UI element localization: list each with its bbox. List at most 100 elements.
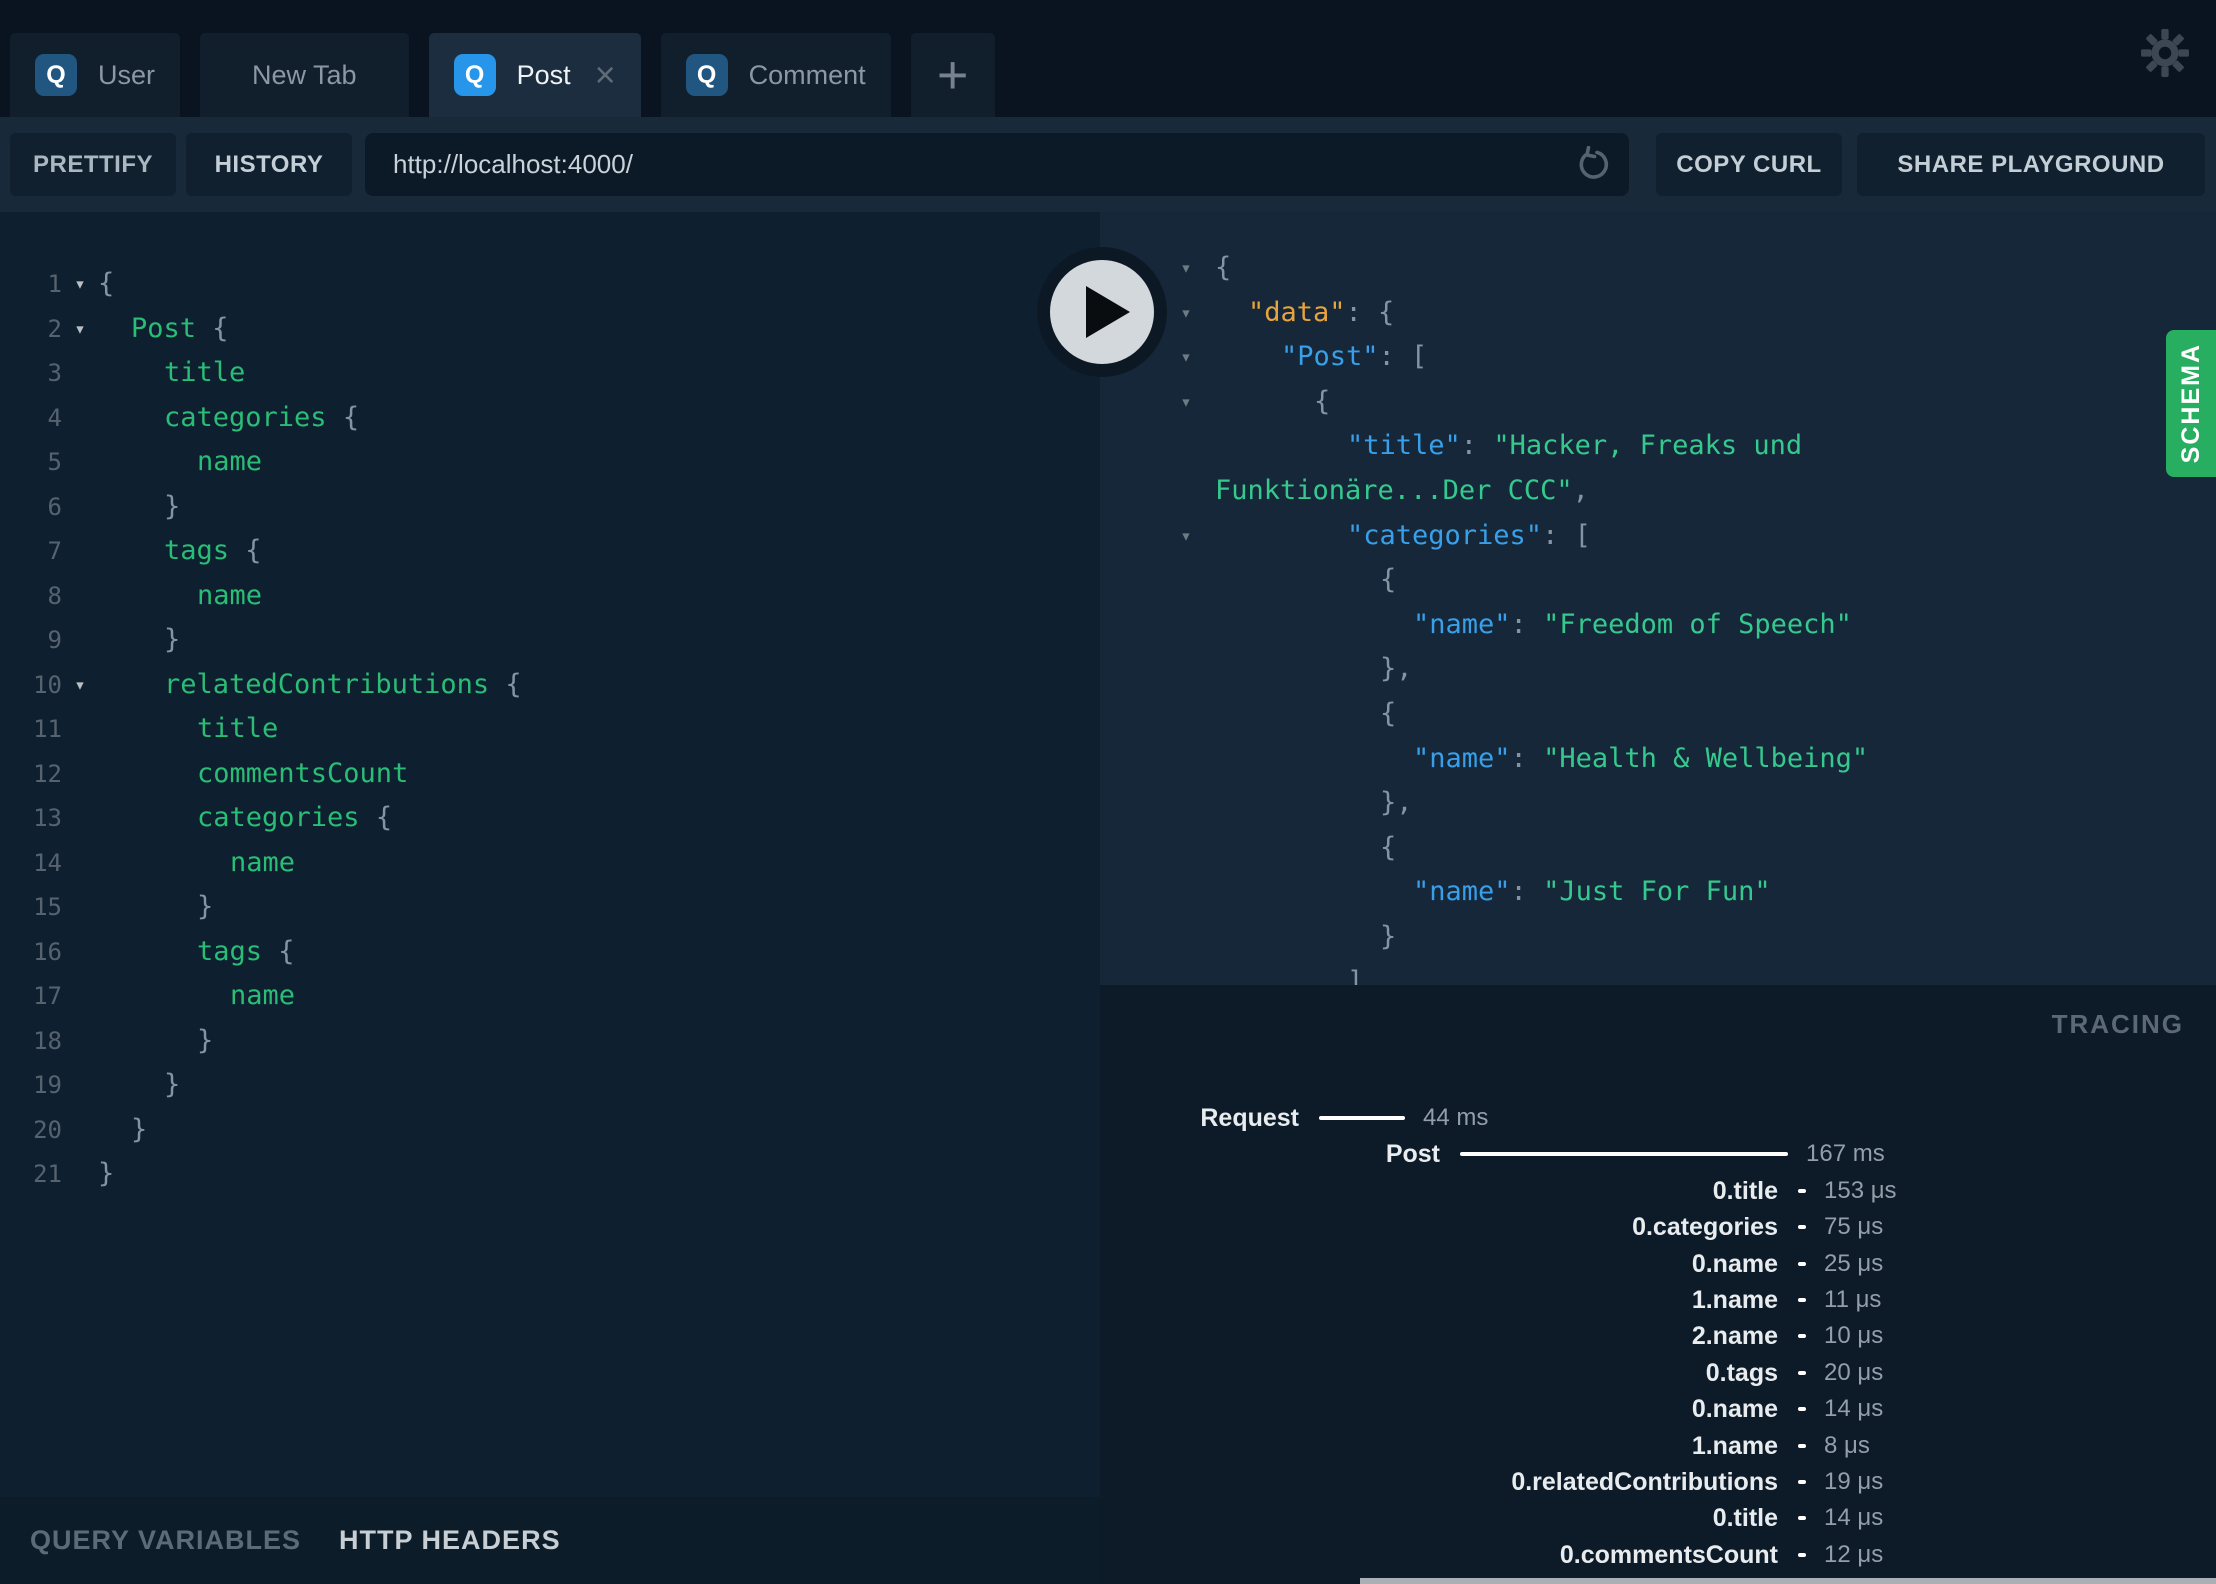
query-line: 8 name <box>0 574 1100 619</box>
code-text: relatedContributions { <box>164 668 522 700</box>
tracing-row: 0.commentsCount 12 μs <box>1100 1537 2216 1573</box>
code-text: }, <box>1380 787 1413 819</box>
code-text: { <box>1380 831 1397 863</box>
query-line: 16 tags { <box>0 930 1100 975</box>
tracing-field-label: 0.name <box>1691 1395 1778 1424</box>
code-text: commentsCount <box>197 757 409 789</box>
query-variables-tab[interactable]: QUERY VARIABLES <box>30 1525 301 1556</box>
tab-label: New Tab <box>252 59 357 90</box>
fold-arrow-icon[interactable]: ▾ <box>1157 335 1215 380</box>
tab-new-tab[interactable]: New Tab <box>200 33 409 117</box>
query-line: 2 ▾ Post { <box>0 307 1100 352</box>
http-headers-tab[interactable]: HTTP HEADERS <box>339 1525 561 1556</box>
line-number: 18 <box>33 1026 62 1055</box>
code-text: } <box>197 1024 214 1056</box>
tracing-row: 1.name 11 μs <box>1100 1282 2216 1318</box>
horizontal-scrollbar[interactable] <box>1360 1578 2216 1584</box>
fold-arrow-icon[interactable]: ▾ <box>62 262 98 307</box>
line-number: 8 <box>47 581 62 610</box>
close-tab-icon[interactable]: × <box>595 57 616 93</box>
query-line: 7 tags { <box>0 529 1100 574</box>
line-number: 14 <box>33 848 62 877</box>
prettify-button[interactable]: PRETTIFY <box>10 133 176 196</box>
tracing-duration-bar <box>1798 1443 1806 1448</box>
code-text: } <box>164 490 181 522</box>
endpoint-url-input[interactable]: http://localhost:4000/ <box>365 133 1629 196</box>
fold-arrow-icon[interactable]: ▾ <box>1157 514 1215 559</box>
tracing-row: 0.title 153 μs <box>1100 1173 2216 1209</box>
tracing-field-label: 0.name <box>1691 1249 1778 1278</box>
tracing-row: 0.tags 20 μs <box>1100 1355 2216 1391</box>
tab-comment[interactable]: Q Comment <box>660 33 891 117</box>
tracing-row: 0.relatedContributions 19 μs <box>1100 1464 2216 1500</box>
query-code: 1 ▾{2 ▾ Post {3 title 4 categories {5 name 6} 7 ta… <box>0 262 1100 1197</box>
tracing-duration-bar <box>1798 1479 1806 1484</box>
tracing-row: 0.name 25 μs <box>1100 1246 2216 1282</box>
query-line: 1 ▾{ <box>0 262 1100 307</box>
settings-gear-icon[interactable] <box>2140 28 2190 78</box>
tab-user[interactable]: Q User <box>10 33 181 117</box>
line-number: 9 <box>47 626 62 654</box>
response-line: "name": "Health & Wellbeing" <box>1100 737 2216 782</box>
query-badge: Q <box>453 54 496 96</box>
line-number: 13 <box>33 804 62 832</box>
query-badge: Q <box>685 54 728 96</box>
fold-gutter <box>1157 647 1215 692</box>
schema-side-tab-label: SCHEMA <box>2176 343 2205 464</box>
tracing-duration-value: 8 μs <box>1824 1431 1870 1459</box>
schema-side-tab[interactable]: SCHEMA <box>2166 330 2216 477</box>
fold-arrow-icon[interactable]: ▾ <box>1157 246 1215 291</box>
tracing-field-label: 0.tags <box>1705 1358 1778 1387</box>
fold-gutter <box>62 1152 98 1197</box>
fold-gutter <box>62 796 98 841</box>
tracing-field-label: 1.name <box>1691 1431 1778 1460</box>
tab-post[interactable]: Q Post × <box>428 33 641 117</box>
tracing-duration-value: 10 μs <box>1824 1322 1884 1350</box>
tracing-duration-value: 167 ms <box>1806 1140 1885 1168</box>
fold-arrow-icon[interactable]: ▾ <box>62 663 98 708</box>
tab-label: Post <box>516 59 571 90</box>
code-text: } <box>164 1069 181 1100</box>
code-text: title <box>197 713 279 744</box>
query-line: 14 name <box>0 841 1100 886</box>
query-line: 20} <box>0 1108 1100 1153</box>
fold-gutter <box>1157 558 1215 603</box>
code-text: categories { <box>164 401 360 433</box>
tracing-row: 0.name 14 μs <box>1100 1391 2216 1427</box>
tracing-row: 2.name 10 μs <box>1100 1318 2216 1354</box>
new-tab-button[interactable]: + <box>910 33 995 117</box>
query-badge: Q <box>35 54 77 96</box>
code-text: Post { <box>131 312 229 344</box>
code-text: ] <box>1347 965 1364 986</box>
code-text: "name": "Health & Wellbeing" <box>1413 742 1869 774</box>
query-editor[interactable]: 1 ▾{2 ▾ Post {3 title 4 categories {5 name 6} 7 ta… <box>0 212 1100 1497</box>
line-number: 15 <box>33 893 62 921</box>
tracing-row: 0.categories 75 μs <box>1100 1209 2216 1245</box>
code-text: "data": { <box>1248 296 1395 328</box>
share-playground-button[interactable]: SHARE PLAYGROUND <box>1857 133 2205 196</box>
fold-arrow-icon[interactable]: ▾ <box>1157 380 1215 425</box>
line-number: 7 <box>47 537 62 565</box>
fold-gutter <box>1157 826 1215 871</box>
tab-bar: Q User New Tab Q Post × Q Comment + <box>0 0 2216 117</box>
copy-curl-button[interactable]: COPY CURL <box>1656 133 1842 196</box>
tracing-field-label: 2.name <box>1691 1322 1778 1351</box>
tracing-field-label: 0.title <box>1712 1176 1778 1205</box>
query-line: 15} <box>0 885 1100 930</box>
execute-query-button[interactable] <box>1037 247 1167 377</box>
code-text: }, <box>1380 653 1413 685</box>
fold-gutter <box>62 1063 98 1108</box>
query-line: 5 name <box>0 440 1100 485</box>
fold-arrow-icon[interactable]: ▾ <box>62 307 98 352</box>
code-text: Funktionäre...Der CCC", <box>1215 474 1589 506</box>
line-number: 11 <box>33 715 62 743</box>
query-line: 10 ▾ relatedContributions { <box>0 663 1100 708</box>
response-line: { <box>1100 826 2216 871</box>
line-number: 19 <box>33 1071 62 1099</box>
fold-gutter <box>62 1108 98 1153</box>
query-line: 3 title <box>0 351 1100 396</box>
code-text: name <box>197 446 263 477</box>
code-text: { <box>1380 697 1397 729</box>
history-button[interactable]: HISTORY <box>186 133 352 196</box>
reload-schema-icon[interactable] <box>1575 146 1613 184</box>
